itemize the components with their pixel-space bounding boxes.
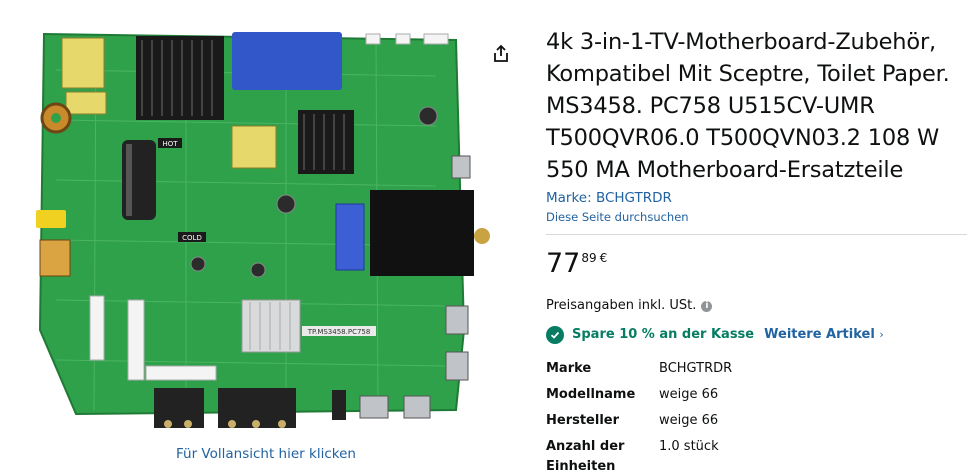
price: 77 89 € [546, 249, 967, 283]
price-currency: € [599, 251, 608, 265]
table-row: Marke BCHGTRDR [546, 359, 732, 385]
spec-value: weige 66 [659, 413, 719, 428]
spec-label: Marke [546, 361, 592, 376]
more-items-link[interactable]: Weitere Artikel › [764, 325, 884, 345]
chevron-right-icon: › [879, 328, 884, 341]
info-icon[interactable]: i [701, 300, 713, 312]
tax-text: Preisangaben inkl. USt. [546, 298, 697, 313]
price-whole: 77 [546, 248, 581, 279]
checkmark-icon [546, 326, 564, 344]
table-row: Hersteller weige 66 [546, 411, 732, 437]
brand-link[interactable]: Marke: BCHGTRDR [546, 188, 967, 208]
specs-table: Marke BCHGTRDR Modellname weige 66 Herst… [546, 359, 732, 472]
product-image[interactable]: HOT COLD TP.MS3458.PC758 [36, 30, 492, 440]
table-row: Anzahl der Einheiten 1.0 stück [546, 437, 732, 472]
image-gallery: HOT COLD TP.MS3458.PC758 Für Vollansicht… [0, 0, 540, 472]
savings-row: Spare 10 % an der Kasse Weitere Artikel … [546, 325, 967, 345]
spec-value: 1.0 stück [659, 439, 719, 454]
divider [546, 234, 967, 235]
share-icon [494, 44, 508, 62]
product-title: 4k 3-in-1-TV-Motherboard-Zubehör, Kompat… [546, 29, 950, 183]
savings-text: Spare 10 % an der Kasse [572, 327, 755, 342]
hot-label: HOT [162, 140, 178, 148]
product-info: 4k 3-in-1-TV-Motherboard-Zubehör, Kompat… [546, 26, 967, 472]
price-fraction: 89 [581, 251, 597, 265]
board-model-tag: TP.MS3458.PC758 [307, 328, 371, 336]
table-row: Modellname weige 66 [546, 385, 732, 411]
fullview-link[interactable]: Für Vollansicht hier klicken [176, 446, 356, 462]
spec-value: weige 66 [659, 387, 719, 402]
spec-label: Anzahl der Einheiten [546, 439, 625, 472]
spec-value: BCHGTRDR [659, 361, 733, 376]
more-items-label: Weitere Artikel [764, 327, 875, 342]
spec-label: Modellname [546, 387, 636, 402]
spec-label: Hersteller [546, 413, 620, 428]
tax-info: Preisangaben inkl. USt. i [546, 297, 967, 315]
share-button[interactable] [489, 42, 513, 66]
search-page-link[interactable]: Diese Seite durchsuchen [546, 208, 967, 226]
cold-label: COLD [182, 234, 202, 242]
